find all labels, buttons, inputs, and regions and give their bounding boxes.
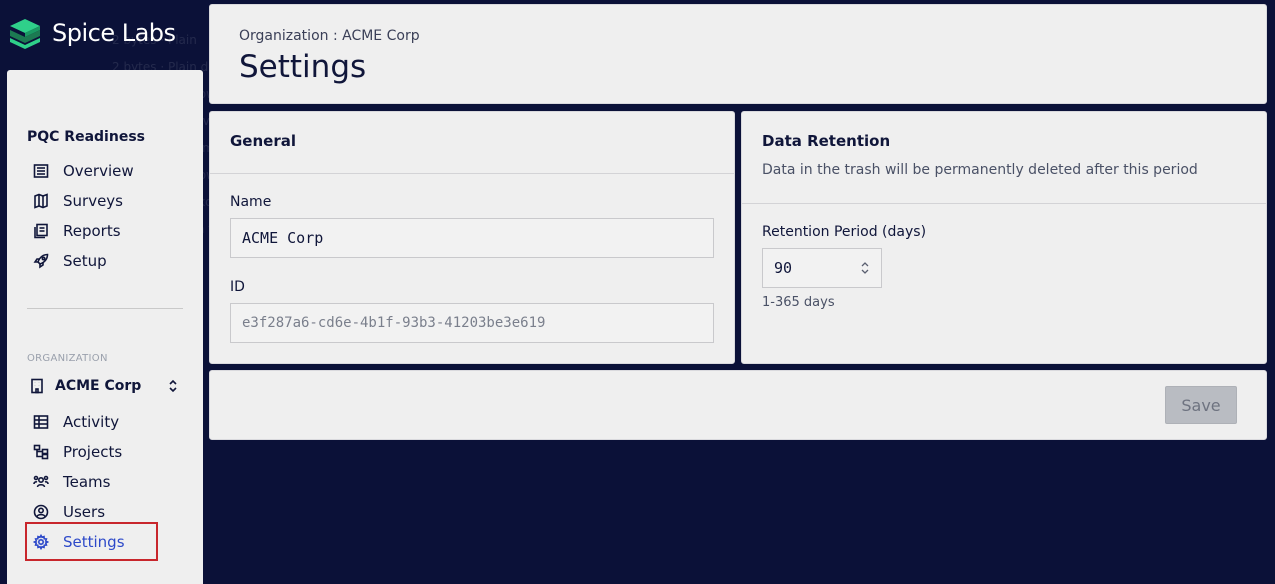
user-icon	[33, 504, 49, 520]
breadcrumb: Organization : ACME Corp	[239, 28, 420, 44]
sidebar-item-projects[interactable]: Projects	[33, 437, 125, 467]
app-logo[interactable]: Spice Labs	[8, 16, 176, 50]
retention-period-input[interactable]: 90	[762, 248, 882, 288]
hierarchy-icon	[33, 444, 49, 460]
name-input[interactable]: ACME Corp	[230, 218, 714, 258]
overview-icon	[33, 164, 49, 178]
id-label: ID	[230, 279, 245, 295]
sidebar-item-label: Surveys	[63, 192, 123, 210]
general-card: General Name ACME Corp ID e3f287a6-cd6e-…	[209, 111, 735, 364]
page-title: Settings	[239, 49, 367, 85]
sidebar-item-label: Teams	[63, 473, 111, 491]
team-icon	[33, 475, 49, 488]
sidebar-item-reports[interactable]: Reports	[33, 216, 134, 246]
active-item-highlight	[25, 522, 158, 561]
data-retention-card: Data Retention Data in the trash will be…	[741, 111, 1267, 364]
name-label: Name	[230, 194, 272, 210]
map-icon	[34, 193, 48, 209]
sidebar-item-setup[interactable]: Setup	[33, 246, 134, 276]
sidebar-item-teams[interactable]: Teams	[33, 467, 125, 497]
retention-helper-text: 1-365 days	[762, 295, 835, 310]
sidebar-item-overview[interactable]: Overview	[33, 156, 134, 186]
organization-switcher[interactable]: ACME Corp	[29, 374, 181, 398]
retention-period-value: 90	[774, 259, 793, 277]
sidebar-item-label: Setup	[63, 252, 107, 270]
sidebar-item-label: Activity	[63, 413, 120, 431]
spice-labs-logo-icon	[10, 19, 40, 49]
sidebar-item-label: Users	[63, 503, 106, 521]
table-icon	[33, 415, 49, 429]
id-field[interactable]: e3f287a6-cd6e-4b1f-93b3-41203be3e619	[230, 303, 714, 343]
spinner-arrows-icon[interactable]	[859, 259, 871, 277]
app-name: Spice Labs	[52, 19, 176, 47]
save-button[interactable]: Save	[1165, 386, 1237, 424]
data-retention-description: Data in the trash will be permanently de…	[762, 162, 1198, 178]
building-icon	[31, 378, 43, 394]
page-header: Organization : ACME Corp Settings	[209, 4, 1267, 104]
card-divider	[210, 173, 734, 174]
sidebar-item-label: Overview	[63, 162, 134, 180]
sidebar-item-activity[interactable]: Activity	[33, 407, 125, 437]
pqc-nav: Overview Surveys Reports Setup	[33, 156, 134, 276]
retention-period-label: Retention Period (days)	[762, 224, 927, 240]
sidebar-section-title: PQC Readiness	[27, 129, 145, 145]
general-title: General	[230, 132, 296, 150]
card-divider	[742, 203, 1266, 204]
data-retention-title: Data Retention	[762, 132, 891, 150]
sidebar-item-label: Projects	[63, 443, 123, 461]
organization-name: ACME Corp	[55, 378, 142, 394]
rocket-icon	[33, 253, 49, 269]
sidebar-divider	[27, 308, 183, 309]
organization-label: ORGANIZATION	[27, 353, 108, 364]
sidebar: PQC Readiness Overview Surveys Reports S…	[7, 70, 203, 584]
form-footer: Save	[209, 370, 1267, 440]
sidebar-item-surveys[interactable]: Surveys	[33, 186, 134, 216]
sidebar-item-label: Reports	[63, 222, 121, 240]
reports-icon	[34, 223, 48, 239]
chevron-up-down-icon	[169, 379, 177, 393]
